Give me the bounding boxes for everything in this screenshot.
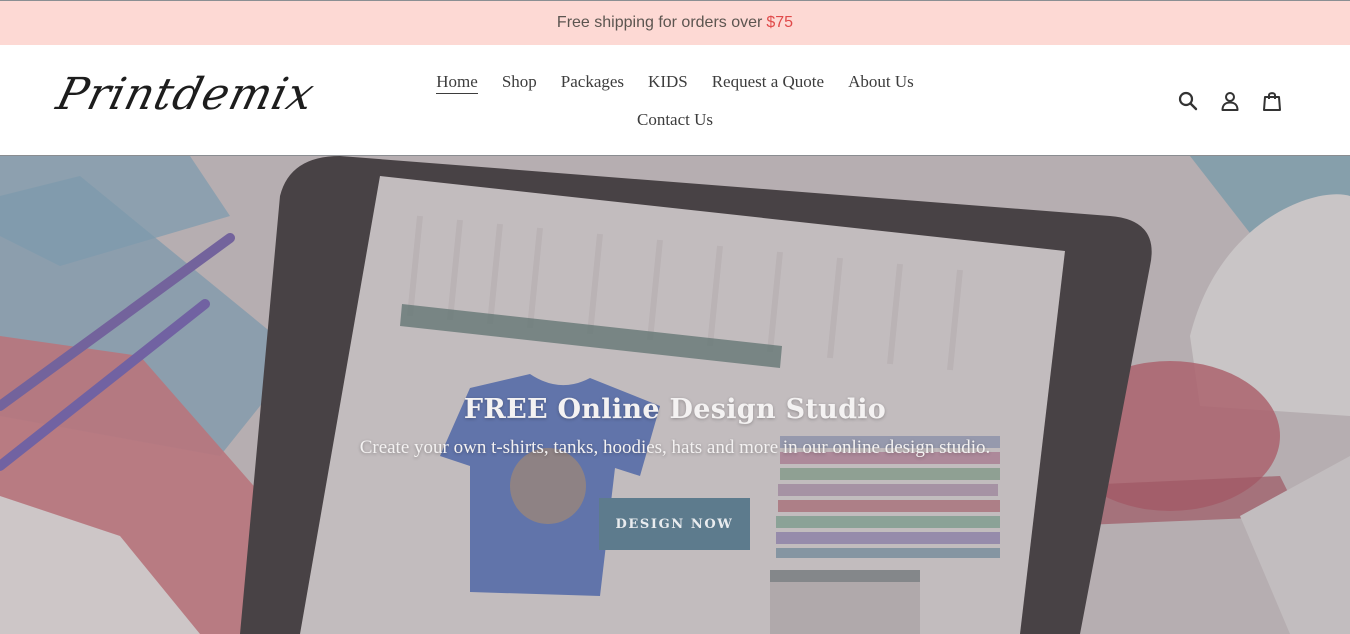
announcement-amount: $75 [766,14,794,31]
nav-item-about-us[interactable]: About Us [836,71,926,93]
design-now-button[interactable]: DESIGN NOW [599,498,750,550]
nav-item-contact-us[interactable]: Contact Us [625,109,725,131]
search-icon[interactable] [1176,89,1200,113]
hero-title: FREE Online Design Studio [463,394,887,425]
cart-icon[interactable] [1260,89,1284,113]
header-icons [1176,89,1284,113]
logo-text: Printdemix [51,69,320,120]
announcement-text: Free shipping for orders over [556,14,763,31]
announcement-bar: Free shipping for orders over $75 [0,0,1350,45]
nav-item-home[interactable]: Home [424,71,490,94]
nav-item-packages[interactable]: Packages [549,71,636,93]
nav-item-request-quote[interactable]: Request a Quote [700,71,836,93]
site-header: Printdemix Home Shop Packages KIDS Reque… [0,45,1350,156]
main-nav: Home Shop Packages KIDS Request a Quote … [410,71,940,131]
hero-banner: FREE Online Design Studio Create your ow… [0,156,1350,634]
hero-content: FREE Online Design Studio Create your ow… [0,394,1350,459]
hero-subtitle: Create your own t-shirts, tanks, hoodies… [359,437,991,458]
account-icon[interactable] [1218,89,1242,113]
nav-item-shop[interactable]: Shop [490,71,549,93]
logo[interactable]: Printdemix [52,63,320,133]
nav-item-kids[interactable]: KIDS [636,71,700,93]
